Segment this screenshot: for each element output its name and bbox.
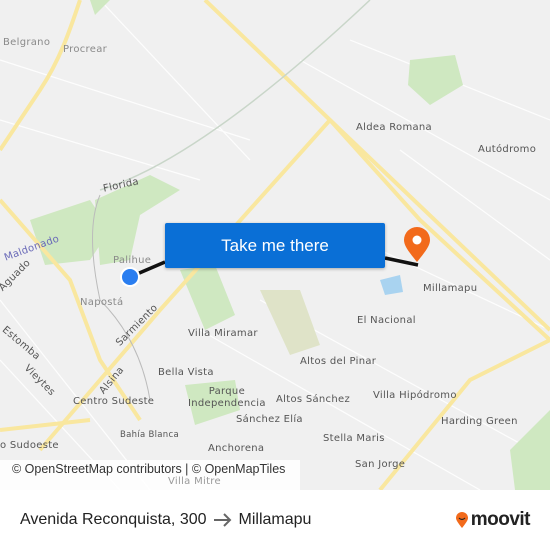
map[interactable]: Belgrano Procrear Florida Maldonado Pali… (0, 0, 550, 490)
map-label: Altos del Pinar (300, 356, 377, 367)
arrow-right-icon (213, 513, 231, 527)
origin-marker (120, 267, 140, 287)
map-label: Procrear (63, 44, 108, 55)
take-me-there-button[interactable]: Take me there (165, 223, 385, 268)
map-label: Stella Maris (323, 433, 385, 444)
map-label: San Jorge (355, 459, 406, 470)
map-label: Villa Mitre (168, 476, 221, 487)
map-label: Bella Vista (158, 367, 214, 378)
map-label: Sánchez Elía (236, 414, 303, 425)
map-label: Bahía Blanca (120, 430, 179, 440)
map-label: Parque Independencia (188, 386, 266, 409)
map-label: Aldea Romana (356, 122, 432, 133)
brand-name: moovit (470, 509, 531, 530)
footer: Avenida Reconquista, 300 Millamapu moovi… (0, 490, 550, 550)
map-label: Centro Sudeste (73, 396, 155, 407)
map-label: El Nacional (357, 315, 416, 326)
destination-name: Millamapu (238, 511, 312, 528)
moovit-pin-icon (455, 512, 468, 528)
destination-pin-icon (404, 227, 430, 262)
moovit-logo[interactable]: moovit (455, 509, 531, 531)
map-label: Altos Sánchez (276, 394, 350, 405)
map-label: Belgrano (3, 37, 51, 48)
map-label: Villa Miramar (188, 328, 258, 339)
map-label: Autódromo (478, 144, 537, 155)
map-label: o Sudoeste (0, 440, 59, 451)
map-attribution[interactable]: © OpenStreetMap contributors | © OpenMap… (0, 460, 300, 490)
map-label: Palihue (113, 255, 152, 266)
map-label: Anchorena (208, 443, 265, 454)
map-label: Harding Green (441, 416, 518, 427)
route-summary: Avenida Reconquista, 300 Millamapu (20, 511, 311, 529)
map-label: Villa Hipódromo (373, 390, 457, 401)
map-label: Napostá (80, 297, 124, 308)
origin-name: Avenida Reconquista, 300 (20, 511, 207, 528)
map-label: Millamapu (423, 283, 478, 294)
